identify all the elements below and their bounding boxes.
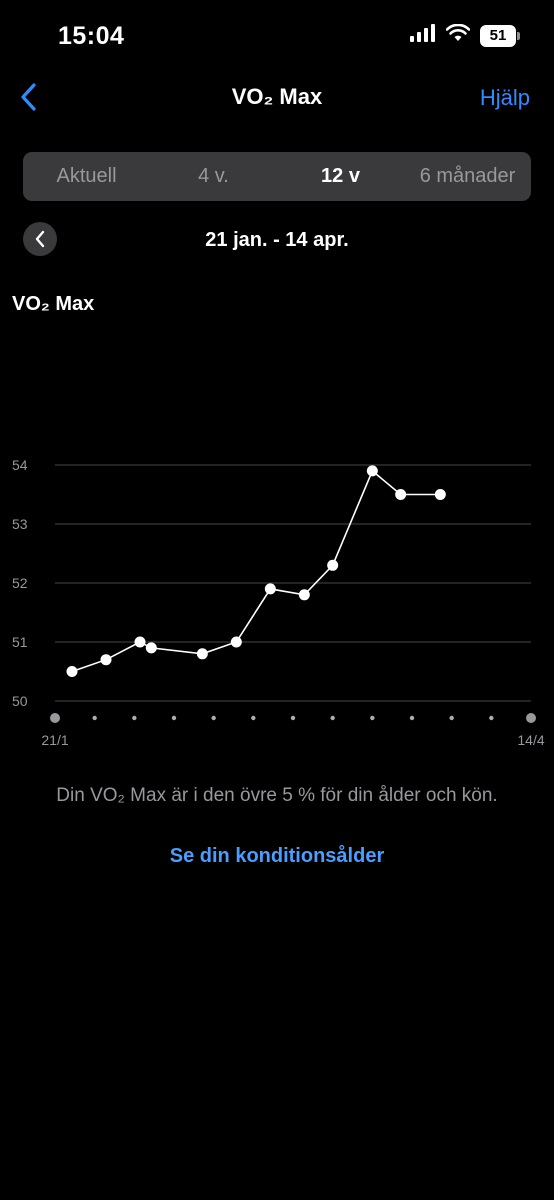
x-axis-start-label: 21/1 [41, 732, 68, 748]
segment-4-weeks[interactable]: 4 v. [150, 165, 277, 188]
x-axis-week-marker [370, 715, 375, 721]
x-axis-week-marker [211, 715, 216, 721]
date-range-label: 21 jan. - 14 apr. [205, 229, 349, 251]
navigation-bar: VO₂ Max Hjälp [0, 70, 554, 126]
x-axis-week-marker [92, 715, 97, 721]
battery-indicator: 51 [480, 24, 520, 47]
y-tick-label: 51 [12, 634, 28, 650]
x-axis-week-marker [290, 715, 296, 721]
segment-6-months[interactable]: 6 månader [404, 165, 531, 188]
cellular-signal-icon [410, 24, 436, 47]
status-bar: 15:04 51 [0, 0, 554, 70]
chart-title: VO₂ Max [12, 293, 95, 315]
data-point[interactable] [66, 666, 78, 677]
y-tick-label: 54 [12, 457, 28, 473]
y-tick-label: 50 [12, 693, 28, 709]
x-axis-week-marker [251, 715, 256, 721]
x-axis-week-marker [449, 715, 454, 721]
x-axis-week-marker [489, 715, 494, 721]
data-point[interactable] [264, 583, 276, 595]
fitness-age-link[interactable]: Se din konditionsålder [0, 845, 554, 868]
status-time: 15:04 [58, 22, 125, 50]
y-tick-label: 53 [12, 516, 28, 532]
x-axis-week-marker [330, 715, 335, 721]
percentile-insight-text: Din VO₂ Max är i den övre 5 % för din ål… [56, 785, 498, 806]
segment-12-weeks[interactable]: 12 v [277, 165, 404, 188]
period-segmented-control: Aktuell 4 v. 12 v 6 månader [23, 152, 531, 201]
data-point[interactable] [366, 465, 378, 477]
data-point[interactable] [434, 489, 446, 500]
date-range-row: 21 jan. - 14 apr. [0, 222, 554, 258]
data-point[interactable] [298, 589, 310, 601]
x-axis-end-label: 14/4 [517, 732, 544, 748]
data-point[interactable] [327, 559, 339, 571]
y-tick-label: 52 [12, 575, 28, 591]
x-axis-week-marker [171, 715, 177, 721]
data-point[interactable] [230, 636, 242, 648]
wifi-icon [445, 23, 471, 47]
data-point[interactable] [395, 489, 407, 500]
data-point[interactable] [134, 636, 146, 648]
vo2max-line-chart[interactable]: 50 51 52 53 54 21/1 14/4 [0, 440, 554, 760]
data-point[interactable] [196, 648, 208, 660]
vo2max-series-line [71, 469, 441, 673]
data-point[interactable] [145, 642, 157, 654]
data-point[interactable] [100, 654, 112, 666]
page-title: VO₂ Max [231, 84, 323, 109]
status-icons: 51 [410, 23, 520, 47]
x-axis-week-marker [132, 715, 137, 721]
x-axis-week-marker [409, 715, 415, 721]
battery-level: 51 [489, 27, 507, 44]
help-button[interactable]: Hjälp [480, 85, 530, 111]
segment-current[interactable]: Aktuell [23, 165, 150, 188]
x-axis-week-marker [50, 713, 60, 723]
x-axis-week-marker [526, 713, 536, 723]
